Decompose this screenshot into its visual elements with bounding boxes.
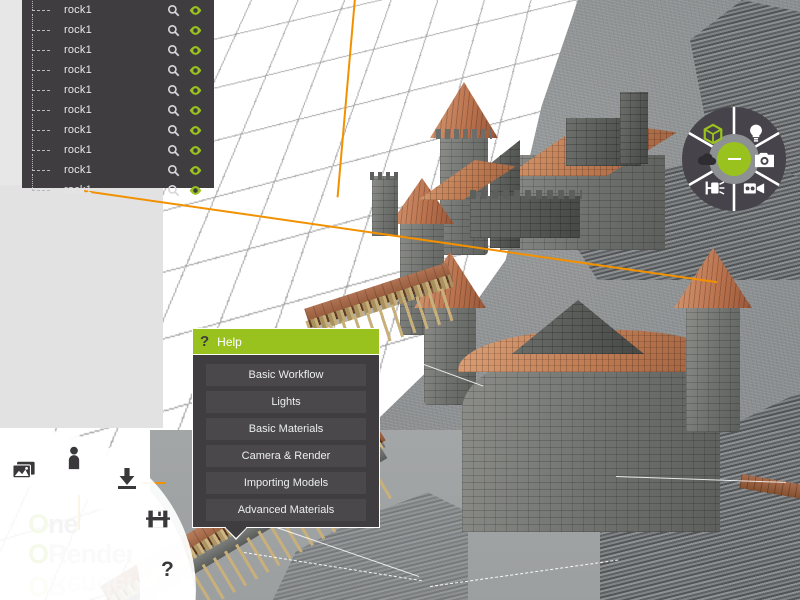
tree-indent-guide <box>22 134 64 160</box>
outliner-item-label: rock1 <box>64 4 92 16</box>
radial-center-collapse-button[interactable] <box>717 142 751 176</box>
question-mark-icon: ? <box>200 333 210 350</box>
minus-icon <box>727 158 741 160</box>
outliner-row[interactable]: rock1 <box>22 114 214 140</box>
lightbulb-icon[interactable] <box>746 122 766 144</box>
outliner-row[interactable]: rock1 <box>22 34 214 60</box>
outliner-item-label: rock1 <box>64 104 92 116</box>
outliner-item-label: rock1 <box>64 24 92 36</box>
cloud-icon[interactable] <box>696 152 718 167</box>
help-panel-title: Help <box>217 334 242 349</box>
help-topic-button[interactable]: Basic Workflow <box>206 364 366 386</box>
outliner-row[interactable]: rock1 <box>22 54 214 80</box>
magnifier-icon[interactable] <box>167 124 180 137</box>
outliner-row[interactable]: rock1 <box>22 134 214 160</box>
eye-icon[interactable] <box>189 4 202 17</box>
outliner-row[interactable]: rock1 <box>22 74 214 100</box>
eye-icon[interactable] <box>189 84 202 97</box>
tree-indent-guide <box>22 74 64 100</box>
help-panel[interactable]: ? Help Basic Workflow Lights Basic Materia… <box>192 328 380 540</box>
eye-icon[interactable] <box>189 24 202 37</box>
outliner-item-label: rock1 <box>64 44 92 56</box>
outliner-item-label: rock1 <box>64 164 92 176</box>
outliner-item-label: rock1 <box>64 124 92 136</box>
help-topic-button[interactable]: Camera & Render <box>206 445 366 467</box>
help-topic-button[interactable]: Lights <box>206 391 366 413</box>
outliner-row[interactable]: rock1 <box>22 14 214 40</box>
download-icon[interactable] <box>115 466 139 490</box>
outliner-item-label: rock1 <box>64 144 92 156</box>
model-cube-icon[interactable] <box>702 123 724 145</box>
scene-outliner-panel[interactable]: rock1 rock1 rock1 rock1 rock1 rock1 rock1 rock1… <box>22 0 214 196</box>
help-topic-list: Basic Workflow Lights Basic Materials Camer… <box>193 355 379 521</box>
outliner-row-list: rock1 rock1 rock1 rock1 rock1 rock1 rock1 rock1… <box>22 0 214 200</box>
magnifier-icon[interactable] <box>167 104 180 117</box>
magnifier-icon[interactable] <box>167 164 180 177</box>
help-topic-button[interactable]: Advanced Materials <box>206 499 366 521</box>
magnifier-icon[interactable] <box>167 184 180 197</box>
magnifier-icon[interactable] <box>167 24 180 37</box>
eye-icon[interactable] <box>189 104 202 117</box>
tree-indent-guide <box>22 14 64 40</box>
magnifier-icon[interactable] <box>167 144 180 157</box>
viaduct-plank-walkway <box>739 474 800 500</box>
tree-indent-guide <box>22 54 64 80</box>
eye-icon[interactable] <box>189 144 202 157</box>
eye-icon[interactable] <box>189 44 202 57</box>
outliner-row[interactable]: rock1 <box>22 174 214 200</box>
outliner-item-label: rock1 <box>64 64 92 76</box>
tree-indent-guide <box>22 154 64 180</box>
save-icon[interactable] <box>146 507 170 531</box>
person-icon[interactable] <box>62 446 86 470</box>
magnifier-icon[interactable] <box>167 64 180 77</box>
outliner-row[interactable]: rock1 <box>22 0 214 20</box>
tree-indent-guide <box>22 94 64 120</box>
eye-icon[interactable] <box>189 184 202 197</box>
application-window: rock1 rock1 rock1 rock1 rock1 rock1 rock1 rock1… <box>0 0 800 600</box>
eye-icon[interactable] <box>189 164 202 177</box>
outliner-row[interactable]: rock1 <box>22 94 214 120</box>
add-object-radial-menu[interactable] <box>680 105 788 213</box>
tree-indent-guide <box>22 0 64 20</box>
tree-indent-guide <box>22 174 64 200</box>
eye-icon[interactable] <box>189 124 202 137</box>
photo-camera-icon[interactable] <box>753 150 776 169</box>
spotlight-icon[interactable] <box>701 179 725 197</box>
outliner-item-label: rock1 <box>64 184 92 196</box>
help-topic-button[interactable]: Importing Models <box>206 472 366 494</box>
outliner-row[interactable]: rock1 <box>22 154 214 180</box>
video-camera-icon[interactable] <box>742 179 766 197</box>
magnifier-icon[interactable] <box>167 44 180 57</box>
help-question-icon[interactable]: ? <box>161 559 185 583</box>
help-panel-titlebar: ? Help <box>193 329 379 355</box>
help-topic-button[interactable]: Basic Materials <box>206 418 366 440</box>
outliner-item-label: rock1 <box>64 84 92 96</box>
tree-indent-guide <box>22 114 64 140</box>
magnifier-icon[interactable] <box>167 4 180 17</box>
eye-icon[interactable] <box>189 64 202 77</box>
magnifier-icon[interactable] <box>167 84 180 97</box>
tree-indent-guide <box>22 34 64 60</box>
gallery-icon[interactable] <box>12 458 36 482</box>
